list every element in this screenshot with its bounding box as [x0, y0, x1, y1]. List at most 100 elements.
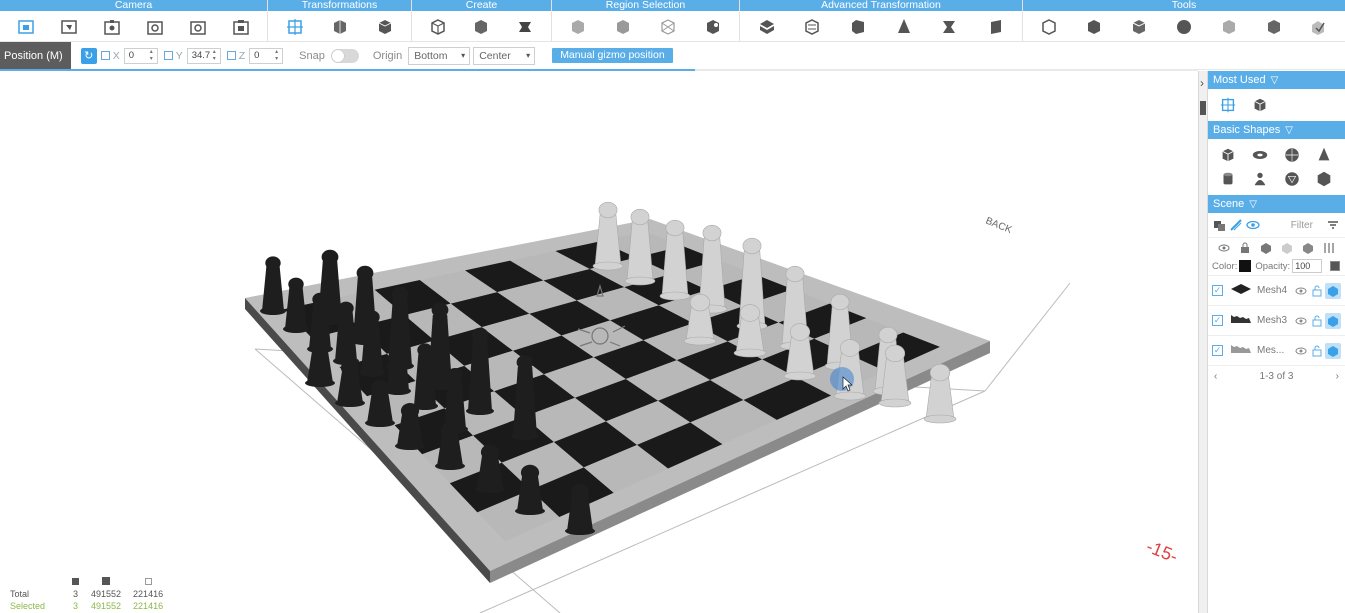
- camera-left-icon[interactable]: [101, 16, 123, 38]
- material-preview[interactable]: [1330, 261, 1341, 271]
- panel-splitter[interactable]: ›: [1198, 71, 1208, 613]
- mesh-material-icon[interactable]: [1325, 342, 1341, 359]
- scene-canvas[interactable]: BACK -15-: [0, 71, 1198, 613]
- select-brush-icon[interactable]: [612, 16, 634, 38]
- filter-icon[interactable]: ▽: [1249, 199, 1257, 210]
- shear-icon[interactable]: [984, 16, 1006, 38]
- cube-icon[interactable]: [1212, 143, 1244, 167]
- eye-icon[interactable]: [1293, 283, 1309, 299]
- 3d-viewport[interactable]: BACK -15- Total 3 491552 221416 Selected…: [0, 71, 1198, 613]
- next-page-icon[interactable]: ›: [1336, 371, 1339, 382]
- total-faces: 491552: [91, 589, 122, 599]
- snap-label: Snap: [299, 49, 325, 62]
- export-icon[interactable]: [1307, 16, 1329, 38]
- cube-icon[interactable]: [427, 16, 449, 38]
- snap-toggle[interactable]: [330, 48, 359, 63]
- most-used-header[interactable]: Most Used ▽: [1208, 71, 1345, 89]
- cylinder-icon[interactable]: [470, 16, 492, 38]
- bend-icon[interactable]: [756, 16, 778, 38]
- unlock-icon[interactable]: [1309, 343, 1325, 359]
- cursor-highlight: [830, 367, 854, 391]
- mesh-material-icon[interactable]: [1325, 312, 1341, 329]
- z-input[interactable]: 0: [249, 47, 284, 64]
- origin-vertical-select[interactable]: Bottom: [408, 46, 471, 65]
- unlock-icon[interactable]: [1309, 313, 1325, 329]
- y-checkbox[interactable]: [163, 51, 173, 60]
- cone-icon[interactable]: [893, 16, 915, 38]
- mesh-name: Mesh3: [1257, 315, 1288, 326]
- smooth-icon[interactable]: [1173, 16, 1195, 38]
- repair-icon[interactable]: [1218, 16, 1240, 38]
- eye-icon[interactable]: [1293, 343, 1309, 359]
- reset-icon[interactable]: ↻: [80, 47, 97, 64]
- black-piece[interactable]: [260, 256, 286, 315]
- mesh-thumbnail: [1229, 282, 1257, 299]
- scene-header[interactable]: Scene ▽: [1208, 195, 1345, 213]
- link-icon[interactable]: [1228, 215, 1244, 235]
- wireframe-icon[interactable]: [1276, 239, 1297, 257]
- warp-icon[interactable]: [938, 16, 960, 38]
- camera-right-icon[interactable]: [144, 16, 166, 38]
- filter-icon[interactable]: ▽: [1271, 75, 1279, 86]
- x-checkbox[interactable]: [100, 51, 110, 60]
- prev-page-icon[interactable]: ‹: [1214, 371, 1217, 382]
- mesh-checkbox[interactable]: ✓: [1212, 345, 1223, 356]
- camera-front-icon[interactable]: [15, 16, 37, 38]
- mesh-checkbox[interactable]: ✓: [1212, 285, 1223, 296]
- dodecahedron-icon[interactable]: [1276, 167, 1308, 191]
- cylinder-icon[interactable]: [1212, 167, 1244, 191]
- hollow-icon[interactable]: [1038, 16, 1060, 38]
- solid-icon[interactable]: [1256, 239, 1277, 257]
- merge-icon[interactable]: [1128, 16, 1150, 38]
- twist-icon[interactable]: [801, 16, 823, 38]
- eye-icon[interactable]: [1293, 313, 1309, 329]
- manual-gizmo-button[interactable]: Manual gizmo position: [552, 48, 673, 63]
- select-box-icon[interactable]: [567, 16, 589, 38]
- group-icon[interactable]: [1212, 215, 1228, 235]
- mesh-checkbox[interactable]: ✓: [1212, 315, 1223, 326]
- camera-top-icon[interactable]: [58, 16, 80, 38]
- select-invert-icon[interactable]: [702, 16, 724, 38]
- taper-icon[interactable]: [847, 16, 869, 38]
- eye-icon[interactable]: [1244, 215, 1260, 235]
- origin-horizontal-select[interactable]: Center: [473, 46, 536, 65]
- extrude-icon[interactable]: [514, 16, 536, 38]
- material-icon[interactable]: [1297, 239, 1318, 257]
- mesh-row[interactable]: ✓ Mesh4: [1208, 275, 1345, 305]
- cone-icon[interactable]: [1308, 143, 1340, 167]
- rotate-icon[interactable]: [329, 16, 351, 38]
- visibility-icon[interactable]: [1214, 239, 1235, 257]
- torus-icon[interactable]: [1244, 143, 1276, 167]
- mesh-row[interactable]: ✓ Mesh3: [1208, 305, 1345, 335]
- select-lasso-icon[interactable]: [657, 16, 679, 38]
- collapse-arrow-icon[interactable]: ›: [1200, 76, 1204, 90]
- unlock-icon[interactable]: [1309, 283, 1325, 299]
- mesh-material-icon[interactable]: [1325, 282, 1341, 299]
- opacity-input[interactable]: 100: [1292, 259, 1323, 273]
- color-label: Color:: [1212, 260, 1238, 272]
- scale-icon[interactable]: [374, 16, 396, 38]
- basic-shapes-header[interactable]: Basic Shapes ▽: [1208, 121, 1345, 139]
- z-label: Z: [238, 49, 246, 62]
- cut-icon[interactable]: [1083, 16, 1105, 38]
- camera-bottom-icon[interactable]: [230, 16, 252, 38]
- mesh-row[interactable]: ✓ Mes...: [1208, 335, 1345, 365]
- columns-icon[interactable]: [1318, 239, 1339, 257]
- filter-input[interactable]: Filter: [1291, 220, 1325, 231]
- measure-icon[interactable]: [1263, 16, 1285, 38]
- lock-icon[interactable]: [1235, 239, 1256, 257]
- menu-icon[interactable]: [1325, 215, 1341, 235]
- move-icon[interactable]: [284, 16, 306, 38]
- y-input[interactable]: 34.7: [186, 47, 221, 64]
- camera-back-icon[interactable]: [187, 16, 209, 38]
- scroll-thumb[interactable]: [1200, 101, 1206, 115]
- icosahedron-icon[interactable]: [1308, 167, 1340, 191]
- move-icon[interactable]: [1212, 93, 1244, 117]
- cube-icon[interactable]: [1244, 93, 1276, 117]
- color-swatch[interactable]: [1239, 260, 1252, 272]
- figure-icon[interactable]: [1244, 167, 1276, 191]
- filter-icon[interactable]: ▽: [1285, 125, 1293, 136]
- z-checkbox[interactable]: [226, 51, 236, 60]
- x-input[interactable]: 0: [123, 47, 158, 64]
- sphere-icon[interactable]: [1276, 143, 1308, 167]
